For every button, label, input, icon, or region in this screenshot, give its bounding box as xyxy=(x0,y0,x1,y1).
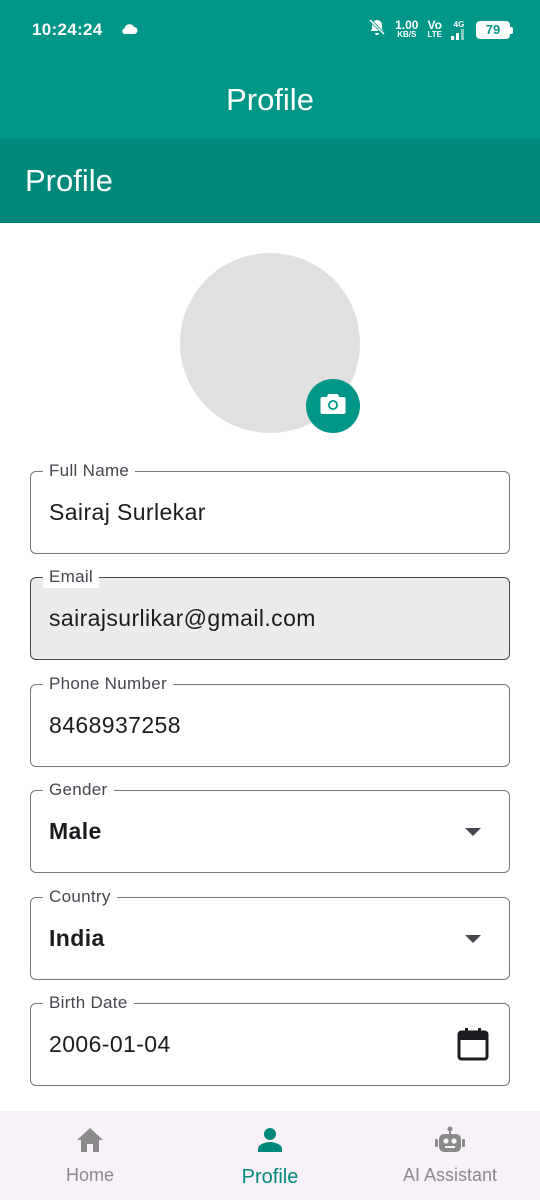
phone-number-label: Phone Number xyxy=(43,673,173,695)
app-bar-title: Profile xyxy=(226,81,314,117)
section-header-title: Profile xyxy=(25,163,113,198)
cloud-icon xyxy=(120,22,138,40)
camera-icon xyxy=(320,393,346,420)
section-header: Profile xyxy=(0,139,540,223)
gender-dropdown[interactable]: Gender Male xyxy=(30,779,510,873)
dropdown-arrow-icon xyxy=(465,935,481,943)
nav-item-label: AI Assistant xyxy=(402,1165,498,1185)
phone-number-field[interactable]: Phone Number 8468937258 xyxy=(30,673,510,767)
full-name-value: Sairaj Surlekar xyxy=(49,499,206,525)
nav-item-ai-assistant[interactable]: AI Assistant xyxy=(360,1111,540,1200)
nav-item-profile[interactable]: Profile xyxy=(180,1111,360,1200)
country-value: India xyxy=(49,925,105,951)
birth-date-value: 2006-01-04 xyxy=(49,1031,171,1057)
birth-date-label: Birth Date xyxy=(43,992,134,1014)
full-name-label: Full Name xyxy=(43,460,136,482)
email-value: sairajsurlikar@gmail.com xyxy=(49,605,316,631)
gender-label: Gender xyxy=(43,779,114,801)
status-time: 10:24:24 xyxy=(32,20,103,39)
robot-icon xyxy=(434,1126,466,1165)
notifications-off-icon xyxy=(368,18,386,41)
signal-icon xyxy=(451,28,464,40)
country-label: Country xyxy=(43,886,117,908)
calendar-icon[interactable] xyxy=(457,1027,489,1066)
person-icon xyxy=(256,1126,284,1166)
home-icon xyxy=(75,1126,105,1165)
phone-number-value: 8468937258 xyxy=(49,712,181,738)
email-label: Email xyxy=(43,566,100,588)
status-icons: 1.00 KB/S Vo LTE 4G 79 xyxy=(368,17,513,41)
network-indicator: 4G xyxy=(451,20,467,40)
net-speed: 1.00 KB/S xyxy=(395,17,419,39)
battery-indicator: 79 xyxy=(476,20,513,39)
bottom-navigation: Home Profile AI Assistant xyxy=(0,1111,540,1200)
birth-date-field[interactable]: Birth Date 2006-01-04 xyxy=(30,992,510,1086)
dropdown-arrow-icon xyxy=(465,828,481,836)
email-field: Email sairajsurlikar@gmail.com xyxy=(30,566,510,660)
app-bar: Profile xyxy=(0,60,540,139)
nav-item-label: Profile xyxy=(241,1166,299,1188)
status-bar: 10:24:24 1.00 KB/S Vo LTE 4G 79 xyxy=(0,0,540,60)
change-photo-button[interactable] xyxy=(306,379,360,433)
country-dropdown[interactable]: Country India xyxy=(30,886,510,980)
nav-item-home[interactable]: Home xyxy=(0,1111,180,1200)
full-name-field[interactable]: Full Name Sairaj Surlekar xyxy=(30,460,510,554)
profile-photo xyxy=(180,253,360,433)
nav-item-label: Home xyxy=(65,1165,114,1185)
volte-indicator: Vo LTE xyxy=(427,17,442,39)
gender-value: Male xyxy=(49,818,102,844)
